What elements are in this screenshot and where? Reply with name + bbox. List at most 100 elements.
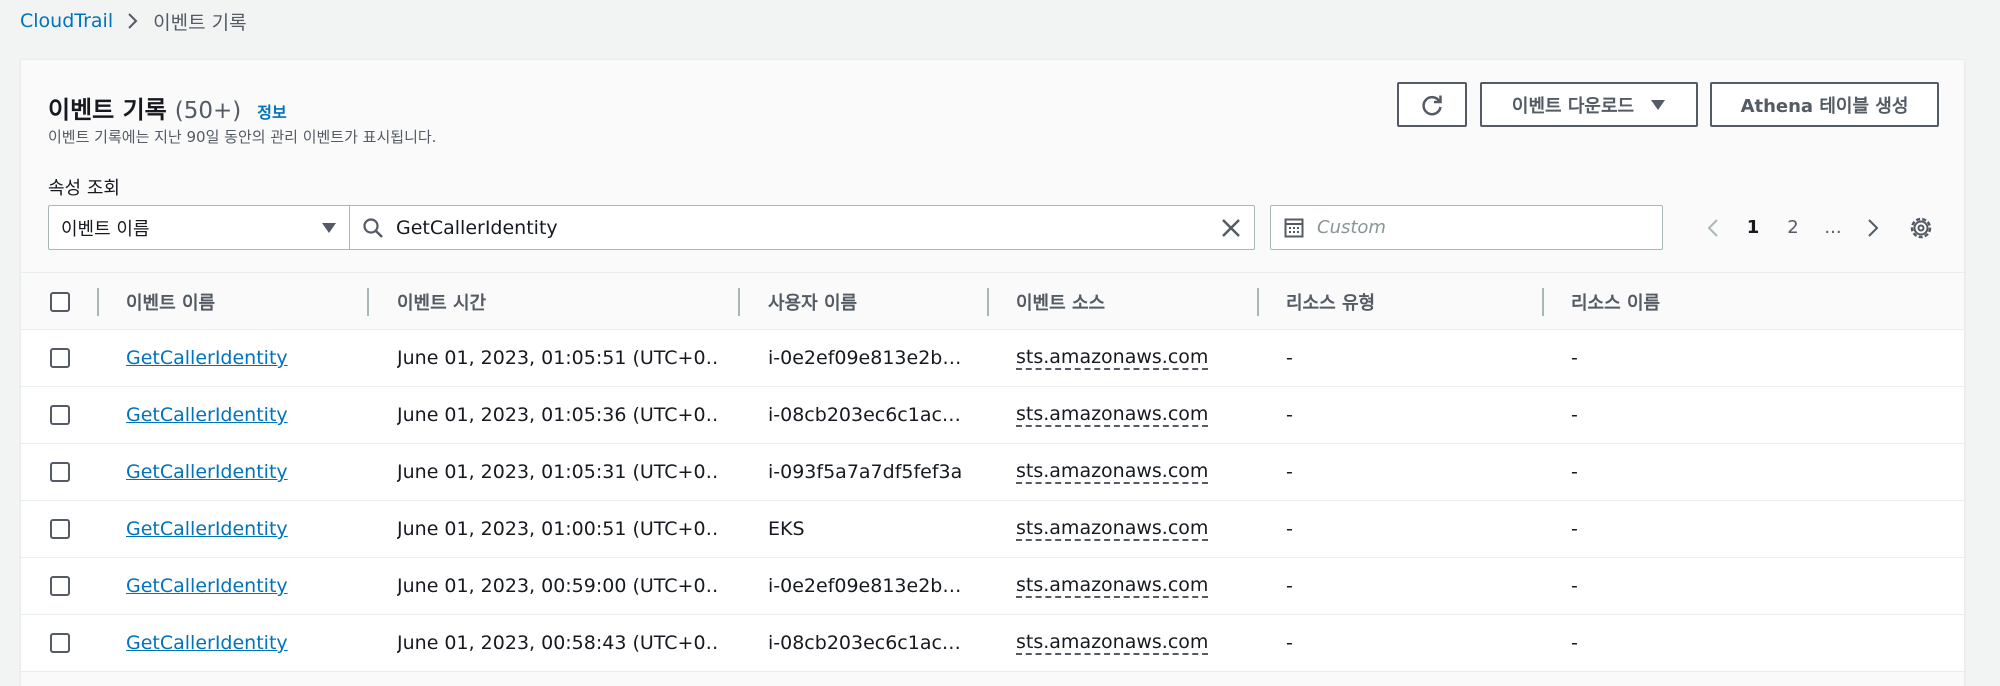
page-1-button[interactable]: 1 (1733, 217, 1773, 238)
resource-name-cell: - (1571, 404, 1578, 426)
event-name-link[interactable]: GetCallerIdentity (126, 518, 288, 540)
table-settings-button[interactable] (1901, 205, 1941, 250)
user-name-cell: i-093f5a7a7df5fef3a (768, 461, 963, 483)
resource-name-cell: - (1571, 461, 1578, 483)
event-source-link[interactable]: sts.amazonaws.com (1016, 631, 1209, 655)
event-time-cell: June 01, 2023, 00:58:43 (UTC+0… (397, 632, 717, 654)
attribute-select[interactable]: 이벤트 이름 (48, 205, 350, 250)
table-row: GetCallerIdentity June 01, 2023, 01:05:3… (21, 387, 1964, 444)
event-name-link[interactable]: GetCallerIdentity (126, 461, 288, 483)
page-title: 이벤트 기록 (50+) 정보 (48, 90, 287, 125)
column-divider[interactable] (1257, 288, 1259, 316)
event-time-cell: June 01, 2023, 01:05:36 (UTC+0… (397, 404, 717, 426)
event-count: (50+) (174, 98, 242, 124)
close-icon[interactable] (1220, 217, 1242, 239)
caret-down-icon (322, 222, 336, 233)
table-row: GetCallerIdentity June 01, 2023, 00:58:4… (21, 615, 1964, 672)
row-checkbox[interactable] (50, 348, 70, 368)
chevron-right-icon (127, 12, 139, 30)
chevron-right-icon (1868, 218, 1879, 237)
previous-page-button[interactable] (1693, 218, 1733, 238)
event-source-link[interactable]: sts.amazonaws.com (1016, 517, 1209, 541)
table-row: GetCallerIdentity June 01, 2023, 01:05:5… (21, 330, 1964, 387)
column-header-event-source[interactable]: 이벤트 소스 (1016, 273, 1246, 331)
resource-type-cell: - (1286, 347, 1293, 369)
user-name-cell: i-0e2ef09e813e2b… (768, 575, 962, 597)
row-checkbox[interactable] (50, 576, 70, 596)
user-name-cell: i-08cb203ec6c1ac… (768, 404, 961, 426)
event-name-link[interactable]: GetCallerIdentity (126, 575, 288, 597)
next-page-button[interactable] (1853, 218, 1893, 238)
download-events-label: 이벤트 다운로드 (1511, 95, 1635, 117)
search-field (350, 205, 1255, 250)
user-name-cell: EKS (768, 518, 805, 540)
table-row: GetCallerIdentity June 01, 2023, 00:59:0… (21, 558, 1964, 615)
row-checkbox[interactable] (50, 633, 70, 653)
column-header-user-name[interactable]: 사용자 이름 (768, 273, 978, 331)
resource-type-cell: - (1286, 632, 1293, 654)
event-name-link[interactable]: GetCallerIdentity (126, 632, 288, 654)
breadcrumb-current: 이벤트 기록 (153, 11, 247, 34)
column-divider[interactable] (738, 288, 740, 316)
event-source-link[interactable]: sts.amazonaws.com (1016, 403, 1209, 427)
download-events-button[interactable]: 이벤트 다운로드 (1480, 82, 1698, 127)
search-icon (363, 217, 383, 238)
page-ellipsis: ... (1824, 217, 1842, 238)
table-row: GetCallerIdentity June 01, 2023, 01:00:5… (21, 501, 1964, 558)
resource-name-cell: - (1571, 632, 1578, 654)
event-name-link[interactable]: GetCallerIdentity (126, 347, 288, 369)
resource-type-cell: - (1286, 404, 1293, 426)
table-header: 이벤트 이름 이벤트 시간 사용자 이름 이벤트 소스 리소스 유형 리소스 이… (21, 272, 1964, 330)
resource-type-cell: - (1286, 461, 1293, 483)
page-2-button[interactable]: 2 (1773, 217, 1813, 238)
column-divider[interactable] (987, 288, 989, 316)
event-name-link[interactable]: GetCallerIdentity (126, 404, 288, 426)
resource-name-cell: - (1571, 518, 1578, 540)
column-header-resource-type[interactable]: 리소스 유형 (1286, 273, 1526, 331)
select-all-checkbox[interactable] (50, 292, 70, 312)
event-time-cell: June 01, 2023, 01:05:51 (UTC+0… (397, 347, 717, 369)
pagination: 1 2 ... (1693, 205, 1893, 250)
breadcrumb: CloudTrail 이벤트 기록 (20, 8, 247, 34)
gear-icon (1910, 217, 1932, 238)
search-input[interactable] (396, 216, 1208, 239)
event-time-cell: June 01, 2023, 01:05:31 (UTC+0… (397, 461, 717, 483)
page-description: 이벤트 기록에는 지난 90일 동안의 관리 이벤트가 표시됩니다. (48, 128, 437, 146)
refresh-icon (1422, 95, 1442, 115)
column-header-event-name[interactable]: 이벤트 이름 (126, 273, 366, 331)
user-name-cell: i-0e2ef09e813e2b… (768, 347, 962, 369)
date-range-placeholder: Custom (1317, 217, 1386, 238)
info-link[interactable]: 정보 (257, 99, 286, 123)
column-divider[interactable] (1542, 288, 1544, 316)
row-checkbox[interactable] (50, 519, 70, 539)
user-name-cell: i-08cb203ec6c1ac… (768, 632, 961, 654)
page-title-text: 이벤트 기록 (48, 96, 167, 124)
lookup-attributes-label: 속성 조회 (48, 178, 120, 199)
resource-type-cell: - (1286, 518, 1293, 540)
attribute-select-value: 이벤트 이름 (61, 218, 150, 240)
event-source-link[interactable]: sts.amazonaws.com (1016, 574, 1209, 598)
event-history-panel: 이벤트 기록 (50+) 정보 이벤트 기록에는 지난 90일 동안의 관리 이… (20, 59, 1965, 686)
event-time-cell: June 01, 2023, 00:59:00 (UTC+0… (397, 575, 717, 597)
date-range-picker[interactable]: Custom (1270, 205, 1663, 250)
create-athena-table-button[interactable]: Athena 테이블 생성 (1710, 82, 1939, 127)
column-header-resource-name[interactable]: 리소스 이름 (1571, 273, 1811, 331)
chevron-left-icon (1707, 218, 1718, 237)
refresh-button[interactable] (1397, 82, 1467, 127)
resource-type-cell: - (1286, 575, 1293, 597)
caret-down-icon (1651, 99, 1666, 110)
resource-name-cell: - (1571, 347, 1578, 369)
column-divider[interactable] (367, 288, 369, 316)
breadcrumb-cloudtrail-link[interactable]: CloudTrail (20, 10, 113, 32)
row-checkbox[interactable] (50, 405, 70, 425)
event-source-link[interactable]: sts.amazonaws.com (1016, 460, 1209, 484)
events-table: 이벤트 이름 이벤트 시간 사용자 이름 이벤트 소스 리소스 유형 리소스 이… (21, 272, 1964, 672)
table-row: GetCallerIdentity June 01, 2023, 01:05:3… (21, 444, 1964, 501)
resource-name-cell: - (1571, 575, 1578, 597)
row-checkbox[interactable] (50, 462, 70, 482)
column-divider (97, 288, 99, 316)
calendar-icon (1284, 218, 1304, 237)
event-source-link[interactable]: sts.amazonaws.com (1016, 346, 1209, 370)
column-header-event-time[interactable]: 이벤트 시간 (397, 273, 717, 331)
event-time-cell: June 01, 2023, 01:00:51 (UTC+0… (397, 518, 717, 540)
